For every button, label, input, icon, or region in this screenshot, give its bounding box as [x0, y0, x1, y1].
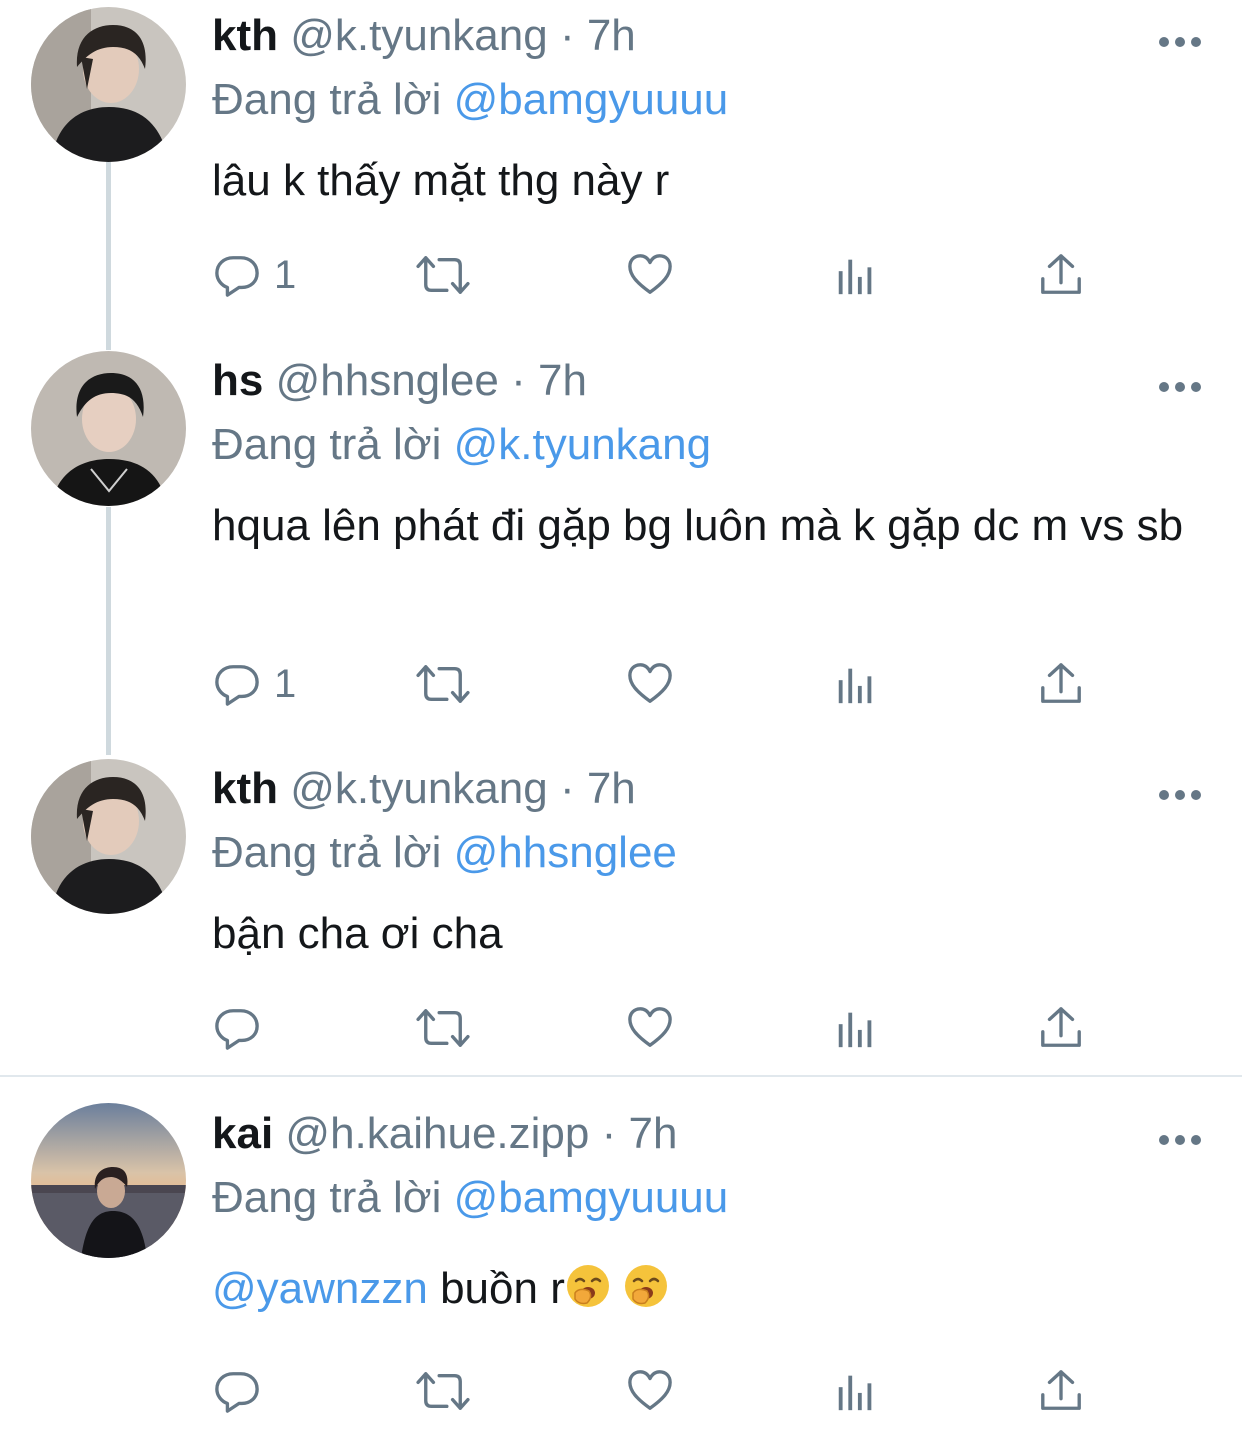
analytics-icon: [832, 1005, 880, 1051]
tweet[interactable]: kai @h.kaihue.zipp · 7h Đang trả lời @ba…: [0, 1103, 1242, 1428]
retweet-icon: [414, 252, 472, 298]
share-icon: [1038, 1368, 1084, 1414]
replying-to: Đang trả lời @bamgyuuuu: [212, 74, 728, 126]
analytics-button[interactable]: [832, 1366, 880, 1416]
display-name[interactable]: kth: [212, 11, 278, 60]
timestamp[interactable]: 7h: [629, 1109, 678, 1158]
replying-to-label: Đang trả lời: [212, 75, 442, 124]
reply-icon: [214, 252, 260, 298]
user-handle[interactable]: @h.kaihue.zipp: [285, 1109, 589, 1158]
retweet-button[interactable]: [414, 1366, 472, 1416]
like-icon: [626, 252, 674, 298]
replying-to-label: Đang trả lời: [212, 828, 442, 877]
replying-to: Đang trả lời @hhsnglee: [212, 827, 677, 879]
avatar[interactable]: [31, 7, 186, 162]
separator-dot: ·: [511, 356, 526, 405]
avatar[interactable]: [31, 1103, 186, 1258]
reply-icon: [214, 1368, 260, 1414]
reply-icon: [214, 1005, 260, 1051]
replying-to: Đang trả lời @bamgyuuuu: [212, 1172, 728, 1224]
yawning-face-icon: [625, 1265, 668, 1307]
share-icon: [1038, 661, 1084, 707]
reply-icon: [214, 661, 260, 707]
analytics-button[interactable]: [832, 1003, 880, 1053]
replying-to-label: Đang trả lời: [212, 420, 442, 469]
tweet[interactable]: kth @k.tyunkang · 7h Đang trả lời @bamgy…: [0, 7, 1242, 330]
timestamp[interactable]: 7h: [538, 356, 587, 405]
share-icon: [1038, 1005, 1084, 1051]
like-button[interactable]: [626, 250, 674, 300]
more-icon[interactable]: [1158, 36, 1202, 48]
tweet-divider: [0, 1075, 1242, 1077]
reply-button[interactable]: 1: [214, 250, 296, 300]
action-bar: [212, 1003, 1112, 1053]
reply-button[interactable]: 1: [214, 659, 296, 709]
tweet-text: hqua lên phát đi gặp bg luôn mà k gặp dc…: [212, 501, 1184, 550]
separator-dot: ·: [559, 11, 575, 60]
tweet-text: bận cha ơi cha: [212, 909, 503, 958]
tweet[interactable]: hs @hhsnglee · 7h Đang trả lời @k.tyunka…: [0, 351, 1242, 735]
share-icon: [1038, 252, 1084, 298]
analytics-icon: [832, 1368, 880, 1414]
user-handle[interactable]: @k.tyunkang: [290, 11, 547, 60]
analytics-button[interactable]: [832, 659, 880, 709]
separator-dot: ·: [559, 764, 575, 813]
user-handle[interactable]: @k.tyunkang: [290, 764, 547, 813]
reply-button[interactable]: [214, 1366, 274, 1416]
reply-count: 1: [274, 662, 297, 706]
like-button[interactable]: [626, 659, 674, 709]
reply-button[interactable]: [214, 1003, 274, 1053]
action-bar: 1: [212, 659, 1112, 709]
more-icon[interactable]: [1158, 789, 1202, 801]
display-name[interactable]: hs: [212, 356, 263, 405]
tweet[interactable]: kth @k.tyunkang · 7h Đang trả lời @hhsng…: [0, 759, 1242, 1073]
retweet-button[interactable]: [414, 659, 472, 709]
retweet-button[interactable]: [414, 250, 472, 300]
share-button[interactable]: [1038, 659, 1084, 709]
share-button[interactable]: [1038, 250, 1084, 300]
reply-mention-link[interactable]: @k.tyunkang: [454, 420, 711, 469]
like-button[interactable]: [626, 1366, 674, 1416]
yawning-face-icon: [566, 1265, 609, 1307]
tweet-text-content: buồn r: [427, 1264, 565, 1313]
separator-dot: ·: [601, 1109, 617, 1158]
more-icon[interactable]: [1158, 1134, 1202, 1146]
action-bar: 1: [212, 250, 1112, 300]
more-icon[interactable]: [1158, 381, 1202, 393]
retweet-icon: [414, 661, 472, 707]
share-button[interactable]: [1038, 1366, 1084, 1416]
avatar[interactable]: [31, 759, 186, 914]
tweet-header: kth @k.tyunkang · 7h: [212, 10, 636, 62]
reply-mention-link[interactable]: @bamgyuuuu: [454, 75, 729, 124]
avatar[interactable]: [31, 351, 186, 506]
action-bar: [212, 1366, 1112, 1416]
share-button[interactable]: [1038, 1003, 1084, 1053]
tweet-header: hs @hhsnglee · 7h: [212, 355, 587, 407]
analytics-icon: [832, 252, 880, 298]
timestamp[interactable]: 7h: [587, 11, 636, 60]
display-name[interactable]: kai: [212, 1109, 273, 1158]
retweet-icon: [414, 1368, 472, 1414]
timestamp[interactable]: 7h: [587, 764, 636, 813]
retweet-icon: [414, 1005, 472, 1051]
like-icon: [626, 1005, 674, 1051]
tweet-header: kai @h.kaihue.zipp · 7h: [212, 1108, 677, 1160]
like-icon: [626, 661, 674, 707]
tweet-header: kth @k.tyunkang · 7h: [212, 763, 636, 815]
replying-to-label: Đang trả lời: [212, 1173, 442, 1222]
like-button[interactable]: [626, 1003, 674, 1053]
like-icon: [626, 1368, 674, 1414]
text-mention-link[interactable]: @yawnzzn: [212, 1264, 428, 1313]
replying-to: Đang trả lời @k.tyunkang: [212, 419, 711, 471]
reply-count: 1: [274, 253, 297, 297]
analytics-icon: [832, 661, 880, 707]
user-handle[interactable]: @hhsnglee: [276, 356, 499, 405]
reply-mention-link[interactable]: @hhsnglee: [454, 828, 677, 877]
reply-mention-link[interactable]: @bamgyuuuu: [454, 1173, 729, 1222]
analytics-button[interactable]: [832, 250, 880, 300]
retweet-button[interactable]: [414, 1003, 472, 1053]
tweet-text: @yawnzzn buồn r: [212, 1258, 1202, 1320]
display-name[interactable]: kth: [212, 764, 278, 813]
tweet-text: lâu k thấy mặt thg này r: [212, 156, 670, 205]
